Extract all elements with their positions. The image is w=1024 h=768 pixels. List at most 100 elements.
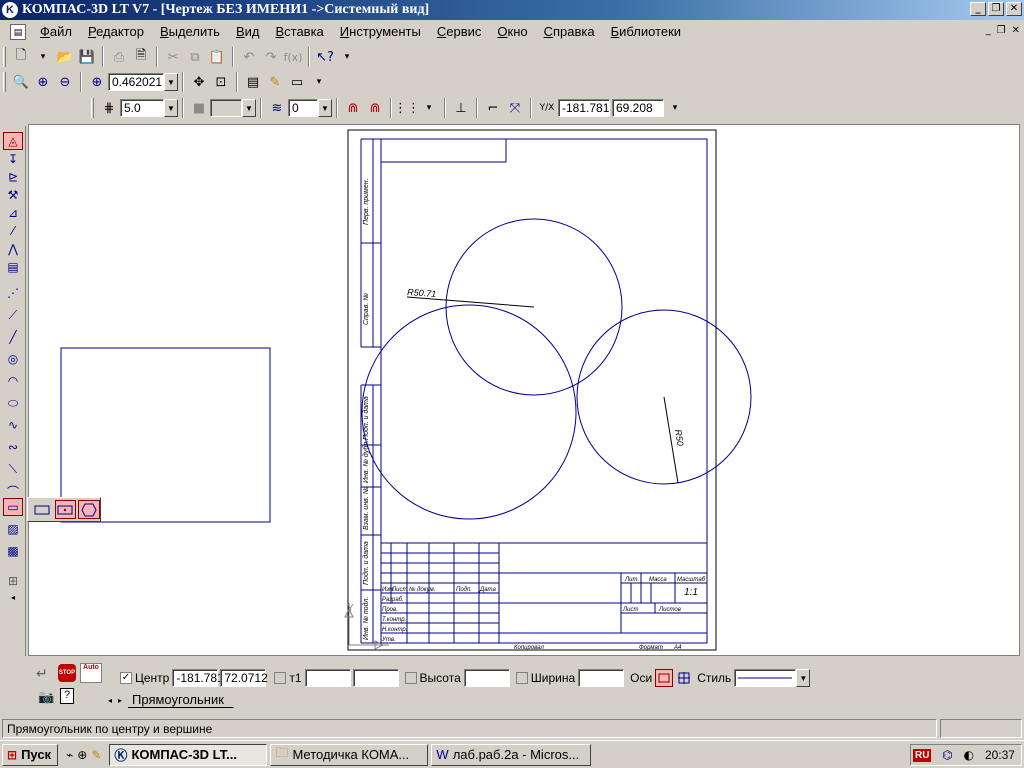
task-metodichka[interactable]: 🗀 Методичка КОМА... — [270, 743, 429, 766]
chamfer-icon[interactable]: ⟍ — [3, 460, 23, 478]
enter-icon[interactable]: ↵ — [36, 666, 48, 682]
parametrization-panel-icon[interactable]: ⊿ — [3, 204, 23, 222]
stop-button[interactable]: STOP — [58, 664, 76, 682]
menu-window[interactable]: Окно — [489, 24, 535, 39]
step-combo[interactable]: 5.0 ▼ — [120, 99, 178, 117]
spec-panel-icon[interactable]: ▤ — [3, 258, 23, 276]
parametric-icon[interactable]: ⤧ — [505, 98, 525, 118]
snap-settings-icon[interactable]: ⋒ — [365, 98, 385, 118]
local-cs-icon[interactable]: ⊥ — [451, 98, 471, 118]
height-checkbox[interactable] — [404, 672, 417, 684]
ortho-icon[interactable]: ⌐ — [483, 98, 503, 118]
open-folder-icon[interactable]: 📂 — [55, 47, 75, 67]
quicklaunch-ie-icon[interactable]: ⌁ — [66, 748, 73, 762]
help-pointer-icon[interactable]: ↖? — [315, 47, 335, 67]
drawing-svg[interactable]: Перв. примен. Справ. № Подп. и дата Инв.… — [29, 125, 1021, 657]
select-panel-icon[interactable]: ⋀ — [3, 240, 23, 258]
hatch-icon[interactable]: ▨ — [3, 520, 23, 538]
contour-icon[interactable]: ▩ — [3, 542, 23, 560]
grid-dropdown-icon[interactable]: ▾ — [419, 98, 439, 118]
document-icon[interactable]: ▤ — [10, 23, 26, 40]
polygon-icon[interactable] — [78, 500, 100, 519]
zoom-input[interactable]: 0.462021 — [108, 73, 164, 91]
redraw-icon[interactable]: ✎ — [265, 72, 285, 92]
display-mode-icon[interactable]: ▭ — [287, 72, 307, 92]
ellipse-icon[interactable]: ⬭ — [3, 394, 23, 412]
auto-create-button[interactable]: Auto — [80, 663, 102, 683]
start-button[interactable]: ⊞ Пуск — [2, 743, 59, 766]
task-kompas[interactable]: Ⓚ КОМПАС-3D LT... — [109, 743, 268, 766]
close-button[interactable]: ✕ — [1006, 2, 1022, 16]
restore-button[interactable]: ❐ — [988, 2, 1004, 16]
tab-rectangle[interactable]: Прямоугольник — [128, 692, 234, 708]
title-bar[interactable]: K КОМПАС-3D LT V7 - [Чертеж БЕЗ ИМЕНИ1 -… — [0, 0, 1024, 20]
center-y-field[interactable]: 72.0712 — [220, 669, 268, 687]
menu-view[interactable]: Вид — [228, 24, 268, 39]
measure-panel-icon[interactable]: ⁄ — [3, 222, 23, 240]
symbols-panel-icon[interactable]: ⊵ — [3, 168, 23, 186]
menu-help[interactable]: Справка — [536, 24, 603, 39]
tray-network-icon[interactable]: ⌬ — [942, 748, 952, 762]
point-icon[interactable]: ⋰ — [3, 284, 23, 302]
menu-insert[interactable]: Вставка — [267, 24, 331, 39]
mdi-close-button[interactable]: ✕ — [1012, 25, 1020, 36]
center-checkbox[interactable]: ✓ — [120, 672, 132, 684]
geometry-panel-icon[interactable]: ◬ — [3, 132, 23, 150]
mdi-restore-button[interactable]: ❐ — [997, 25, 1006, 36]
task-word[interactable]: W лаб.раб.2а - Micros... — [431, 743, 592, 766]
circle-icon[interactable]: ◎ — [3, 350, 23, 368]
edit-panel-icon[interactable]: ⚒ — [3, 186, 23, 204]
style-combo[interactable]: ▼ — [734, 669, 811, 687]
axes-on-button[interactable] — [675, 669, 693, 687]
kompas-app-icon[interactable]: K — [2, 2, 18, 18]
panel-scroll-icon[interactable]: ◂ — [3, 588, 23, 606]
drawn-rectangle[interactable] — [60, 347, 271, 523]
show-all-icon[interactable]: ⊡ — [211, 72, 231, 92]
t1-y-field[interactable] — [352, 669, 399, 687]
layer-dropdown-icon[interactable]: ▼ — [318, 99, 332, 117]
zoom-dropdown-icon[interactable]: ▼ — [164, 73, 178, 91]
function-icon[interactable]: f(x) — [283, 47, 303, 67]
menu-libraries[interactable]: Библиотеки — [603, 24, 689, 39]
height-field[interactable] — [463, 669, 510, 687]
rectangle-by-corners-icon[interactable] — [31, 500, 53, 519]
grid-icon[interactable]: ⋮⋮ — [394, 98, 420, 118]
mdi-minimize-button[interactable]: _ — [986, 25, 991, 36]
step-input[interactable]: 5.0 — [120, 99, 164, 117]
quicklaunch-network-icon[interactable]: ⊕ — [77, 748, 87, 762]
center-x-field[interactable]: -181.781 — [172, 669, 224, 687]
refresh-view-icon[interactable]: ▤ — [243, 72, 263, 92]
width-field[interactable] — [578, 669, 625, 687]
save-icon[interactable]: 💾 — [77, 47, 97, 67]
layer-combo[interactable]: 0 ▼ — [288, 99, 332, 117]
tab-scroll-left-icon[interactable]: ◂ — [108, 696, 112, 705]
t1-x-field[interactable] — [304, 669, 351, 687]
paste-icon[interactable]: 📋 — [207, 47, 227, 67]
zoom-in-icon[interactable]: ⊕ — [33, 72, 53, 92]
auxiliary-line-icon[interactable]: ⟋ — [3, 306, 23, 324]
snap-magnet-icon[interactable]: ⋒ — [343, 98, 363, 118]
zoom-combo[interactable]: 0.462021 ▼ — [108, 73, 178, 91]
new-dropdown-icon[interactable]: ▾ — [33, 47, 53, 67]
menu-tools[interactable]: Инструменты — [332, 24, 429, 39]
menu-select[interactable]: Выделить — [152, 24, 228, 39]
segment-icon[interactable]: ╱ — [3, 328, 23, 346]
cursor-x-field[interactable]: -181.781 — [558, 99, 610, 117]
bezier-icon[interactable]: ∾ — [3, 438, 23, 456]
style-dropdown-icon[interactable]: ▼ — [796, 669, 811, 687]
line-style-icon[interactable]: ■ — [189, 98, 209, 118]
menu-file[interactable]: Файл — [32, 24, 80, 39]
coords-dropdown-icon[interactable]: ▾ — [665, 98, 685, 118]
dimensions-panel-icon[interactable]: ↧ — [3, 150, 23, 168]
layer-input[interactable]: 0 — [288, 99, 318, 117]
polyline-icon[interactable]: ∿ — [3, 416, 23, 434]
line-style-combo[interactable]: ▼ — [210, 99, 256, 117]
width-checkbox[interactable] — [515, 672, 528, 684]
step-dropdown-icon[interactable]: ▼ — [164, 99, 178, 117]
line-style-dropdown-icon[interactable]: ▼ — [242, 99, 256, 117]
cursor-y-field[interactable]: 69.208 — [612, 99, 664, 117]
help-icon[interactable]: ? — [60, 688, 74, 704]
pan-icon[interactable]: ✥ — [189, 72, 209, 92]
tray-volume-icon[interactable]: ◐ — [964, 748, 974, 762]
print-preview-icon[interactable]: 🗎 — [131, 47, 151, 67]
